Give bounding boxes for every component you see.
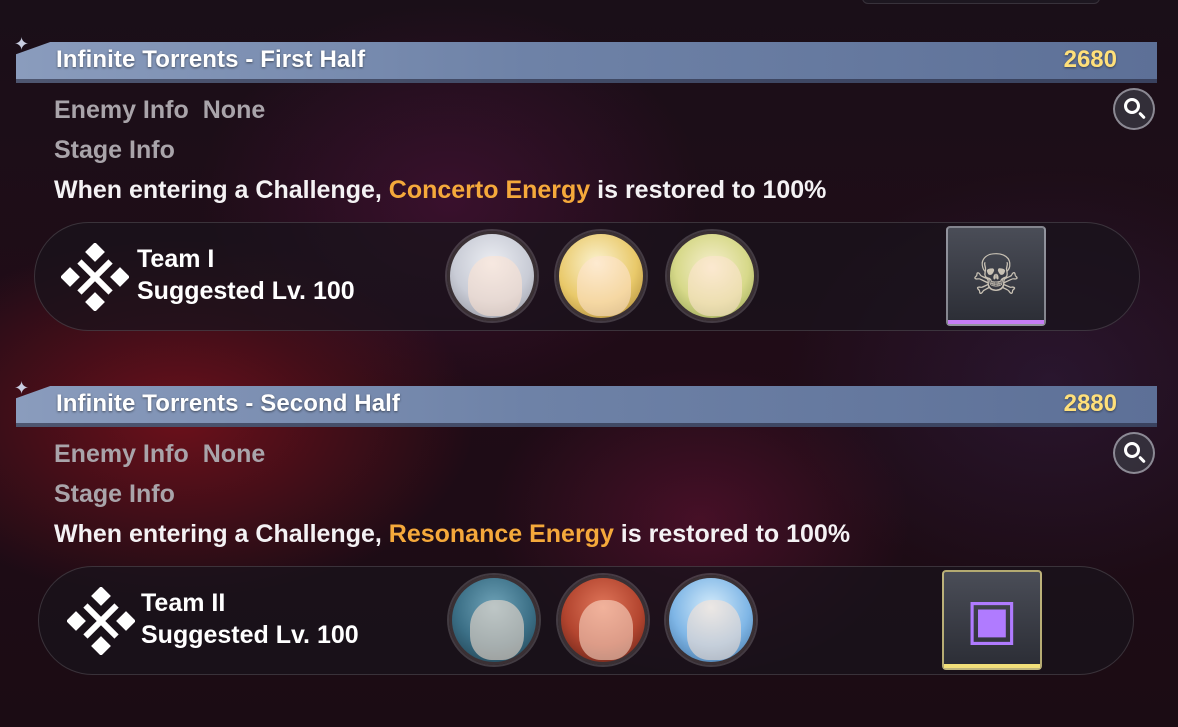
blue-haired-character-avatar[interactable]: [449, 575, 539, 665]
enemy-search-button[interactable]: [1113, 432, 1155, 474]
stage-info-label: Stage Info: [54, 480, 175, 508]
enemy-info-row: Enemy Info None: [54, 440, 265, 469]
stage-description-text-end: is restored to 100%: [613, 520, 851, 548]
challenge-score: 2680: [1063, 46, 1117, 73]
stage-description: When entering a Challenge, Concerto Ener…: [54, 176, 826, 205]
stage-description-text: When entering a Challenge,: [54, 520, 389, 548]
stage-description-highlight: Concerto Energy: [388, 176, 591, 204]
enemy-info-value: None: [202, 96, 266, 124]
sparkle-icon: ✦: [14, 378, 30, 398]
enemy-info-row: Enemy Info None: [54, 96, 265, 125]
light-blue-haired-character-avatar[interactable]: [666, 575, 756, 665]
enemy-info-label: Enemy Info: [54, 440, 189, 468]
challenge-score: 2880: [1063, 390, 1117, 417]
team-name: Team I: [137, 245, 215, 273]
treasure-chest-icon[interactable]: ▣: [942, 570, 1042, 670]
blonde-character-with-green-bow-avatar[interactable]: [667, 231, 757, 321]
stage-description-text: When entering a Challenge,: [54, 176, 389, 204]
sparkle-icon: ✦: [14, 34, 30, 54]
stage-description: When entering a Challenge, Resonance Ene…: [54, 520, 850, 549]
stage-description-highlight: Resonance Energy: [388, 520, 614, 548]
enemy-info-label: Enemy Info: [54, 96, 189, 124]
suggested-level: Suggested Lv. 100: [137, 277, 355, 305]
skull-bust-trophy-icon[interactable]: ☠: [946, 226, 1046, 326]
challenge-title: Infinite Torrents - First Half: [56, 46, 366, 73]
stage-description-text-end: is restored to 100%: [590, 176, 827, 204]
crossed-swords-team-icon: [67, 587, 135, 655]
challenge-title: Infinite Torrents - Second Half: [56, 390, 401, 417]
enemy-search-button[interactable]: [1113, 88, 1155, 130]
team-card[interactable]: Team I Suggested Lv. 100 ☠: [34, 222, 1140, 331]
stage-info-label: Stage Info: [54, 136, 175, 164]
team-card[interactable]: Team II Suggested Lv. 100 ▣: [38, 566, 1134, 675]
rarity-bar: [944, 664, 1040, 668]
white-haired-character-avatar[interactable]: [447, 231, 537, 321]
skull-icon: ☠: [970, 243, 1022, 306]
red-haired-character-with-glasses-avatar[interactable]: [558, 575, 648, 665]
chest-icon: ▣: [965, 587, 1019, 650]
rarity-bar: [948, 320, 1044, 324]
challenge-section-first-half: ✦ Infinite Torrents - First Half 2680 En…: [0, 0, 1178, 331]
suggested-level: Suggested Lv. 100: [141, 621, 359, 649]
enemy-info-value: None: [202, 440, 266, 468]
magnifier-icon: [1124, 98, 1140, 114]
magnifier-icon: [1124, 442, 1140, 458]
blonde-character-with-white-hat-avatar[interactable]: [556, 231, 646, 321]
team-name: Team II: [141, 589, 226, 617]
crossed-swords-team-icon: [61, 243, 129, 311]
challenge-section-second-half: ✦ Infinite Torrents - Second Half 2880 E…: [0, 344, 1178, 675]
